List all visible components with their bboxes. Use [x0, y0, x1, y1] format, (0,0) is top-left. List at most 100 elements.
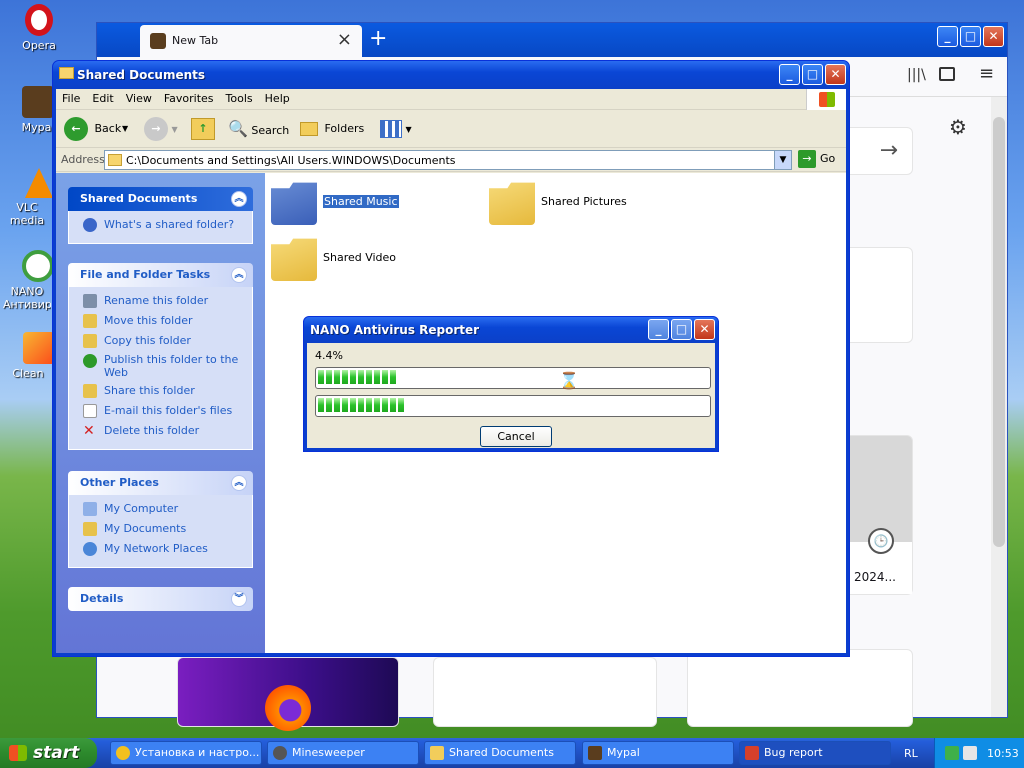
maximize-button[interactable]: □ — [802, 64, 823, 85]
menu-hamburger-icon[interactable]: ≡ — [979, 63, 994, 84]
progress-segment — [326, 370, 332, 384]
tab-title: New Tab — [172, 34, 219, 47]
folder-label: Shared Music — [323, 195, 399, 208]
gear-icon[interactable]: ⚙ — [949, 115, 967, 139]
new-tab-plus-icon[interactable]: + — [369, 26, 387, 51]
collapse-chevron-icon[interactable]: ︽ — [231, 191, 247, 207]
taskbar-button-label: Shared Documents — [449, 746, 554, 759]
minimize-button[interactable]: _ — [779, 64, 800, 85]
close-button[interactable]: ✕ — [983, 26, 1004, 47]
maximize-button[interactable]: □ — [960, 26, 981, 47]
folders-icon — [300, 122, 318, 136]
tab-new-tab[interactable]: New Tab × — [140, 25, 362, 57]
task-copy-folder[interactable]: Copy this folder — [81, 333, 252, 353]
library-icon[interactable]: |||\ — [907, 67, 926, 83]
vlc-icon — [25, 168, 53, 198]
go-label: Go — [820, 152, 836, 165]
maximize-button[interactable]: □ — [671, 319, 692, 340]
cancel-button[interactable]: Cancel — [480, 426, 552, 447]
progress-segment — [374, 370, 380, 384]
link-whats-a-shared-folder[interactable]: What's a shared folder? — [81, 217, 252, 237]
views-button[interactable]: ▼ — [380, 116, 414, 142]
desktop-icon-opera[interactable]: Opera — [4, 4, 74, 52]
folders-button[interactable]: Folders — [300, 116, 370, 142]
progress-segment — [350, 370, 356, 384]
back-dropdown-icon[interactable]: ▼ — [122, 124, 128, 133]
folder-shared-music[interactable]: Shared Music — [271, 179, 471, 229]
task-share-folder[interactable]: Share this folder — [81, 383, 252, 403]
taskbar-button-bug-report[interactable]: Bug report — [739, 741, 891, 765]
share-icon — [83, 384, 97, 398]
collapse-chevron-icon[interactable]: ︽ — [231, 475, 247, 491]
collapse-chevron-icon[interactable]: ︽ — [231, 267, 247, 283]
address-field[interactable]: C:\Documents and Settings\All Users.WIND… — [104, 150, 792, 170]
task-label: Share this folder — [104, 384, 195, 397]
menu-view[interactable]: View — [120, 89, 158, 105]
story-tile[interactable] — [433, 657, 657, 727]
firefox-scrollbar[interactable] — [991, 97, 1007, 717]
taskbar-button-mypal[interactable]: Mypal — [582, 741, 734, 765]
panel-header[interactable]: Other Places ︽ — [68, 471, 253, 495]
task-email-files[interactable]: E-mail this folder's files — [81, 403, 252, 423]
close-button[interactable]: ✕ — [825, 64, 846, 85]
panel-header[interactable]: Details ︾ — [68, 587, 253, 611]
panel-header[interactable]: File and Folder Tasks ︽ — [68, 263, 253, 287]
menu-edit[interactable]: Edit — [86, 89, 119, 105]
tray-network-icon[interactable] — [963, 746, 977, 760]
arrow-right-icon[interactable]: → — [880, 138, 898, 163]
panel-header[interactable]: Shared Documents ︽ — [68, 187, 253, 211]
task-label: E-mail this folder's files — [104, 404, 233, 417]
explorer-titlebar[interactable]: Shared Documents _ □ ✕ — [53, 61, 849, 89]
clock[interactable]: 10:53 — [987, 747, 1019, 760]
search-button[interactable]: 🔍 Search — [228, 116, 292, 142]
taskbar-button-install[interactable]: Установка и настро... — [110, 741, 262, 765]
menu-tools[interactable]: Tools — [220, 89, 259, 105]
panel-details: Details ︾ — [68, 587, 253, 611]
views-icon — [380, 120, 402, 138]
place-my-documents[interactable]: My Documents — [81, 521, 252, 541]
close-button[interactable]: ✕ — [694, 319, 715, 340]
start-button[interactable]: start — [0, 738, 97, 768]
place-my-network-places[interactable]: My Network Places — [81, 541, 252, 561]
task-delete-folder[interactable]: ✕ Delete this folder — [81, 423, 252, 443]
task-rename-folder[interactable]: Rename this folder — [81, 293, 252, 313]
expand-chevron-icon[interactable]: ︾ — [231, 591, 247, 607]
taskbar-button-shared-documents[interactable]: Shared Documents — [424, 741, 576, 765]
place-my-computer[interactable]: My Computer — [81, 501, 252, 521]
story-tile[interactable] — [687, 649, 913, 727]
menu-favorites[interactable]: Favorites — [158, 89, 220, 105]
address-dropdown-icon[interactable]: ▼ — [774, 151, 791, 169]
minimize-button[interactable]: _ — [648, 319, 669, 340]
email-icon — [83, 404, 97, 418]
close-tab-icon[interactable]: × — [337, 29, 352, 50]
sidebar-icon[interactable] — [939, 67, 955, 81]
menu-file[interactable]: File — [56, 89, 86, 105]
forward-arrow-icon: → — [144, 117, 168, 141]
taskbar-button-label: Bug report — [764, 746, 823, 759]
menu-help[interactable]: Help — [259, 89, 296, 105]
forward-button[interactable]: → ▼ — [144, 116, 180, 142]
progress-segment — [358, 398, 364, 412]
go-button[interactable]: → Go — [798, 150, 835, 168]
mypal-icon — [588, 746, 602, 760]
my-documents-icon — [83, 522, 97, 536]
progress-segment — [350, 398, 356, 412]
minimize-button[interactable]: _ — [937, 26, 958, 47]
task-publish-folder[interactable]: Publish this folder to the Web — [81, 353, 252, 383]
tray-app-icon[interactable] — [945, 746, 959, 760]
folder-shared-pictures[interactable]: Shared Pictures — [489, 179, 689, 229]
progress-segment — [334, 370, 340, 384]
panel-body: Rename this folder Move this folder Copy… — [68, 287, 253, 450]
task-move-folder[interactable]: Move this folder — [81, 313, 252, 333]
desktop-icon-label: Opera — [22, 39, 56, 52]
windows-flag-icon — [9, 745, 27, 761]
taskbar-button-minesweeper[interactable]: Minesweeper — [267, 741, 419, 765]
opera-icon — [25, 4, 53, 36]
panel-title: Other Places — [80, 476, 159, 489]
address-value: C:\Documents and Settings\All Users.WIND… — [126, 154, 456, 167]
task-label: Move this folder — [104, 314, 193, 327]
dialog-titlebar[interactable]: NANO Antivirus Reporter _ □ ✕ — [304, 317, 718, 343]
language-indicator[interactable]: RL — [904, 747, 918, 760]
folder-shared-video[interactable]: Shared Video — [271, 235, 471, 285]
up-folder-button[interactable]: ↑ — [191, 116, 217, 142]
